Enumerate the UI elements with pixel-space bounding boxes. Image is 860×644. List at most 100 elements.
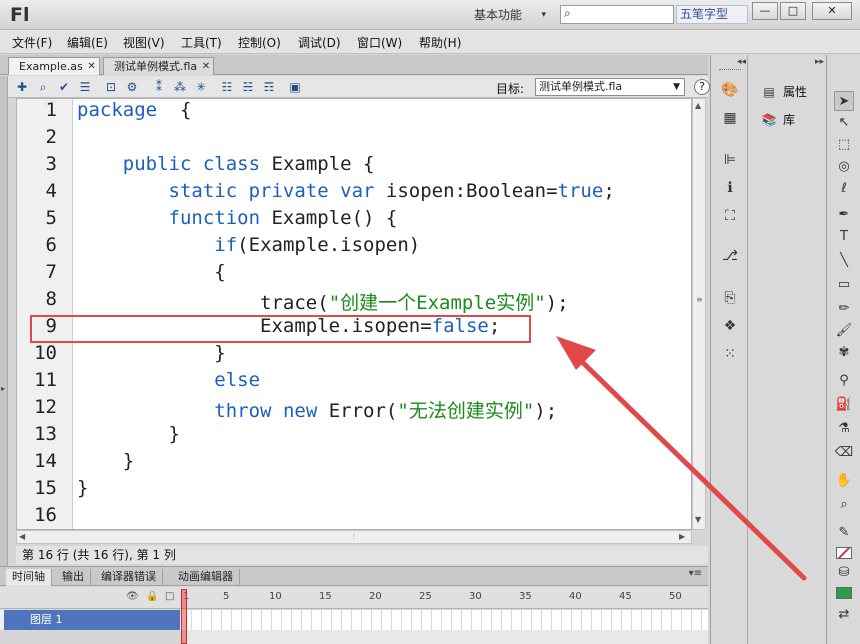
close-button[interactable]: ✕	[812, 2, 852, 20]
scroll-up-icon[interactable]: ▲	[695, 101, 701, 110]
library-panel-button[interactable]: 📚 库	[761, 111, 796, 128]
swap-colors-icon[interactable]: ⇄	[834, 605, 854, 625]
3d-rotation-tool-icon[interactable]: ◎	[834, 157, 854, 177]
line-tool-icon[interactable]: ╲	[834, 251, 854, 271]
swatches-panel-icon[interactable]: ▦	[721, 109, 739, 127]
playhead[interactable]	[181, 589, 187, 644]
lasso-tool-icon[interactable]: ℓ	[834, 179, 854, 199]
frame-cells[interactable]	[182, 610, 708, 630]
code-line[interactable]: throw new Error("无法创建实例");	[77, 396, 557, 423]
code-line[interactable]: Example.isopen=false;	[77, 315, 500, 337]
apply-line-comment-icon[interactable]: ☵	[240, 79, 256, 95]
deco-tool-icon[interactable]: ✾	[834, 343, 854, 363]
paint-bucket-tool-icon[interactable]: ⛽	[834, 395, 854, 415]
fill-color-icon[interactable]: ⛁	[834, 563, 854, 583]
tab-timeline[interactable]: 时间轴	[6, 569, 52, 586]
code-line[interactable]: public class Example {	[77, 153, 375, 175]
properties-panel-button[interactable]: ▤ 属性	[761, 83, 807, 100]
ime-indicator[interactable]: 五笔字型	[676, 5, 748, 24]
free-transform-tool-icon[interactable]: ⬚	[834, 135, 854, 155]
code-line[interactable]: }	[77, 423, 180, 445]
menu-window[interactable]: 窗口(W)	[357, 34, 402, 51]
code-line[interactable]: }	[77, 477, 88, 499]
collapse-panels-icon[interactable]: ▸▸	[815, 57, 824, 67]
collapse-panels-icon[interactable]: ◂◂	[737, 57, 746, 67]
components-panel-icon[interactable]: ❖	[721, 317, 739, 335]
scroll-right-icon[interactable]: ▶	[679, 532, 685, 541]
help-search-input[interactable]: ⌕	[560, 5, 674, 24]
code-line[interactable]: if(Example.isopen)	[77, 234, 420, 256]
hand-tool-icon[interactable]: ✋	[834, 471, 854, 491]
code-editor[interactable]: 1 2 3 4 5 6 7 8 9 10 11 12 13 14 15 16 package { public…	[16, 98, 692, 530]
add-statement-icon[interactable]: ✚	[14, 79, 30, 95]
collapse-between-braces-icon[interactable]: ⁑	[151, 79, 167, 95]
eraser-tool-icon[interactable]: ⌫	[834, 443, 854, 463]
zoom-tool-icon[interactable]: ⌕	[834, 495, 854, 515]
menu-debug[interactable]: 调试(D)	[298, 34, 341, 51]
layer-name[interactable]: 图层 1	[4, 610, 180, 630]
find-icon[interactable]: ⌕	[35, 79, 51, 95]
panel-grip[interactable]	[719, 69, 741, 71]
rectangle-tool-icon[interactable]: ▭	[834, 275, 854, 295]
horizontal-scrollbar[interactable]: ◀ ⦙ ▶	[16, 530, 692, 544]
workspace-switcher[interactable]: 基本功能 ▾	[464, 4, 554, 26]
code-line[interactable]: }	[77, 450, 134, 472]
motion-presets-icon[interactable]: ⁙	[721, 345, 739, 363]
tab-motion-editor[interactable]: 动画编辑器	[172, 569, 240, 586]
eye-icon[interactable]: 👁	[126, 591, 139, 602]
maximize-button[interactable]: □	[780, 2, 806, 20]
code-line[interactable]: {	[77, 261, 225, 283]
lock-icon[interactable]: 🔒	[146, 591, 158, 602]
subselection-tool-icon[interactable]: ↖	[834, 113, 854, 133]
eyedropper-tool-icon[interactable]: ⚗	[834, 419, 854, 439]
vertical-scrollbar[interactable]: ▲ ≡ ▼	[692, 98, 706, 530]
transform-panel-icon[interactable]: ⛶	[721, 207, 739, 225]
tab-output[interactable]: 输出	[56, 569, 91, 586]
scroll-down-icon[interactable]: ▼	[695, 515, 701, 524]
collapse-selection-icon[interactable]: ⁂	[172, 79, 188, 95]
remove-comment-icon[interactable]: ☶	[261, 79, 277, 95]
brush-tool-icon[interactable]: 🖌	[834, 321, 854, 341]
check-syntax-icon[interactable]: ✔	[56, 79, 72, 95]
code-line[interactable]: static private var isopen:Boolean=true;	[77, 180, 615, 202]
history-panel-icon[interactable]: ⎘	[721, 289, 739, 307]
close-icon[interactable]: ✕	[87, 58, 95, 75]
bone-tool-icon[interactable]: ⚲	[834, 371, 854, 391]
code-line[interactable]: function Example() {	[77, 207, 398, 229]
debug-options-icon[interactable]: ⚙	[124, 79, 140, 95]
menu-control[interactable]: 控制(O)	[238, 34, 281, 51]
stroke-color-icon[interactable]: ✎	[834, 523, 854, 543]
pen-tool-icon[interactable]: ✒	[834, 205, 854, 225]
menu-view[interactable]: 视图(V)	[123, 34, 165, 51]
pencil-tool-icon[interactable]: ✏	[834, 299, 854, 319]
target-select[interactable]: 测试单例模式.fla ▼	[535, 78, 685, 96]
expand-all-icon[interactable]: ✳	[193, 79, 209, 95]
code-line[interactable]: trace("创建一个Example实例");	[77, 288, 569, 315]
minimize-button[interactable]: —	[752, 2, 778, 20]
auto-format-icon[interactable]: ☰	[77, 79, 93, 95]
code-hint-icon[interactable]: ⊡	[103, 79, 119, 95]
menu-tools[interactable]: 工具(T)	[181, 34, 222, 51]
apply-block-comment-icon[interactable]: ☷	[219, 79, 235, 95]
menu-file[interactable]: 文件(F)	[12, 34, 52, 51]
help-icon[interactable]: ?	[694, 79, 710, 95]
scroll-left-icon[interactable]: ◀	[19, 532, 25, 541]
scroll-grip-icon[interactable]: ⦙	[353, 532, 355, 542]
tab-test-fla[interactable]: 测试单例模式.fla ✕	[103, 57, 215, 75]
menu-help[interactable]: 帮助(H)	[419, 34, 461, 51]
selection-tool-icon[interactable]: ➤	[834, 91, 854, 111]
code-line[interactable]: package {	[77, 99, 191, 121]
panel-menu-icon[interactable]: ▾≡	[689, 568, 702, 579]
code-line[interactable]: }	[77, 342, 225, 364]
stroke-color-swatch[interactable]	[836, 547, 852, 559]
info-panel-icon[interactable]: ℹ	[721, 179, 739, 197]
fill-color-swatch[interactable]	[836, 587, 852, 599]
text-tool-icon[interactable]: T	[834, 227, 854, 247]
tab-example-as[interactable]: Example.as ✕	[8, 57, 100, 75]
close-icon[interactable]: ✕	[202, 58, 210, 75]
show-hide-toolbox-icon[interactable]: ▣	[287, 79, 303, 95]
code-line[interactable]: else	[77, 369, 260, 391]
align-panel-icon[interactable]: ⊫	[721, 151, 739, 169]
outline-icon[interactable]: □	[165, 591, 174, 602]
tab-compiler-errors[interactable]: 编译器错误	[95, 569, 163, 586]
